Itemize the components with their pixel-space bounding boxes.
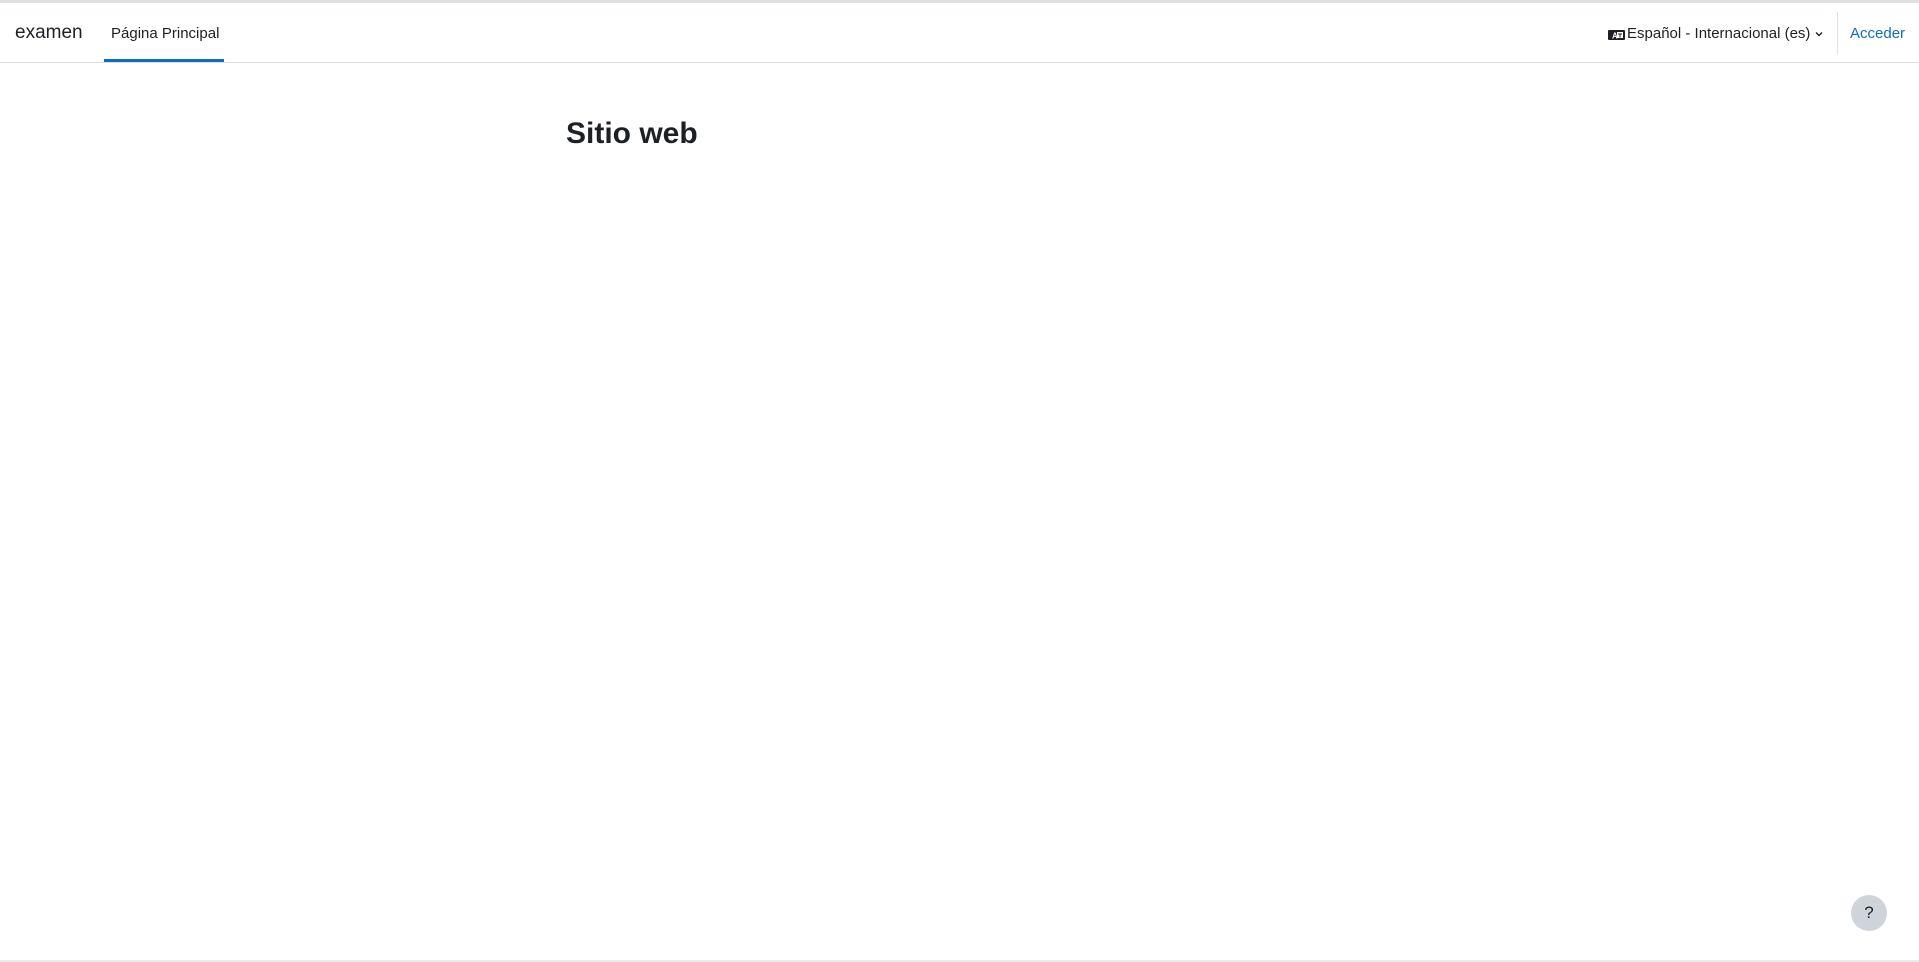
help-button[interactable]: ? <box>1851 895 1887 931</box>
language-menu[interactable]: A Español - Internacional (es) <box>1607 24 1824 44</box>
language-label: Español - Internacional (es) <box>1627 25 1811 42</box>
top-navbar: examen Página Principal A Español - Inte… <box>0 3 1919 63</box>
navbar-divider <box>1837 12 1838 55</box>
site-brand[interactable]: examen <box>15 21 83 45</box>
login-link[interactable]: Acceder <box>1850 24 1905 44</box>
question-mark-icon: ? <box>1864 903 1874 922</box>
tab-pagina-principal[interactable]: Página Principal <box>104 3 224 62</box>
language-icon: A <box>1607 24 1626 44</box>
chevron-down-icon <box>1814 24 1824 44</box>
page-title: Sitio web <box>566 117 698 150</box>
tab-label: Página Principal <box>111 25 220 42</box>
